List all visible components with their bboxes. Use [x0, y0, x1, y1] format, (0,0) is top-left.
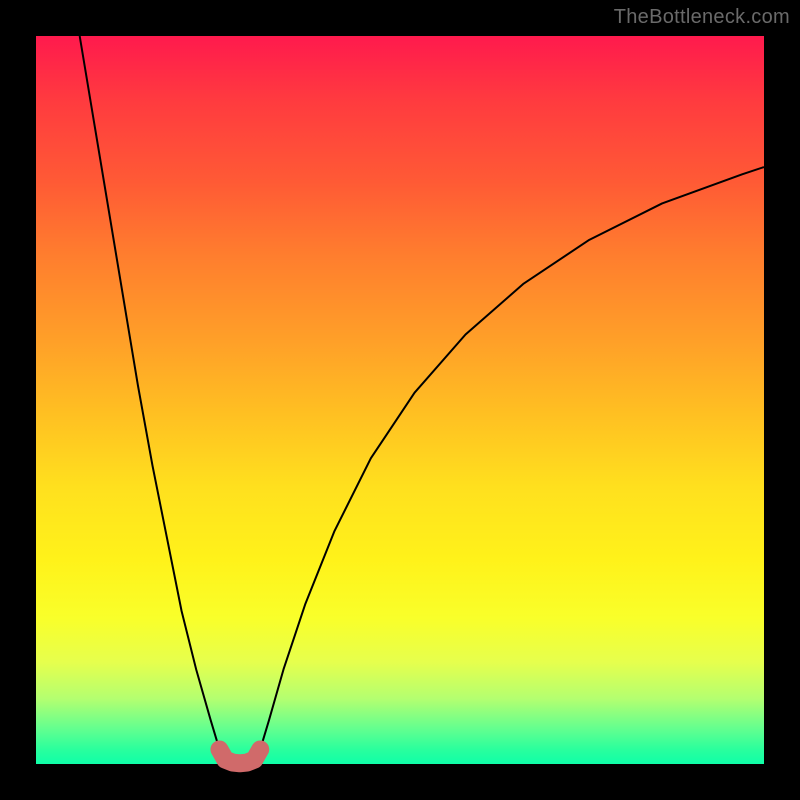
- left-branch-line: [80, 36, 220, 749]
- right-branch-line: [260, 167, 764, 749]
- valley-highlight: [219, 749, 260, 763]
- plot-area: [36, 36, 764, 764]
- watermark-text: TheBottleneck.com: [614, 6, 790, 29]
- chart-stage: TheBottleneck.com: [0, 0, 800, 800]
- curve-svg: [36, 36, 764, 764]
